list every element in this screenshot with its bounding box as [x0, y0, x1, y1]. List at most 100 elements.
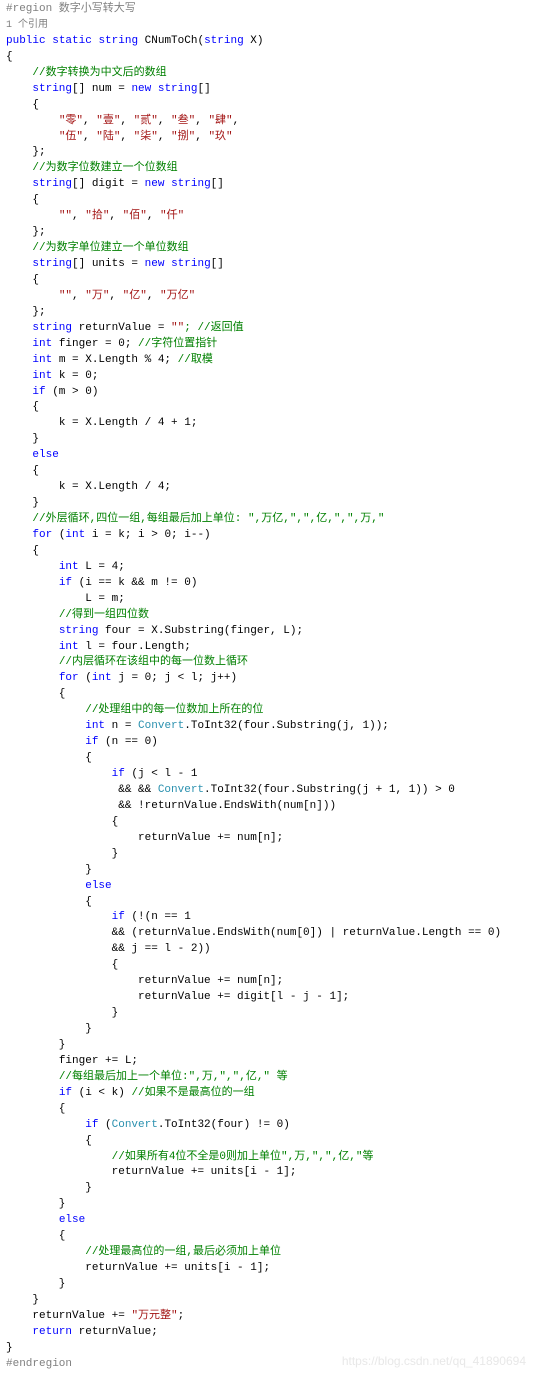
code-block: #region 数字小写转大写 1 个引用 public static stri… [6, 2, 530, 1373]
keyword: else [59, 1214, 85, 1226]
keyword: string [98, 35, 138, 47]
comment: //内层循环在该组中的每一位数上循环 [59, 656, 248, 668]
string: "" [59, 210, 72, 222]
keyword: string [32, 258, 72, 270]
string: "万元整" [131, 1310, 177, 1322]
keyword: else [32, 449, 58, 461]
comment: //如果所有4位不全是0则加上单位",万,",",亿,"等 [112, 1151, 374, 1163]
call: .ToInt32(four) != 0) [158, 1119, 290, 1131]
comment: //取模 [178, 354, 213, 366]
string: "伍" [59, 131, 83, 143]
keyword: new [145, 258, 165, 270]
keyword: if [112, 768, 125, 780]
cond: && j == l - 2)) [112, 943, 211, 955]
string: "" [171, 322, 184, 334]
var: L = 4; [79, 561, 125, 573]
call: .ToInt32(four.Substring(j, 1)); [184, 720, 389, 732]
cond: && !returnValue.EndsWith(num[n])) [112, 800, 336, 812]
keyword: string [32, 178, 72, 190]
stmt: returnValue += num[n]; [138, 832, 283, 844]
stmt: L = m; [85, 593, 125, 605]
comment: //处理最高位的一组,最后必须加上单位 [85, 1246, 281, 1258]
keyword: if [85, 736, 98, 748]
keyword: for [59, 672, 79, 684]
suffix: [] [197, 83, 210, 95]
keyword: string [32, 322, 72, 334]
brace: } [6, 1342, 13, 1354]
type: Convert [138, 720, 184, 732]
reference-count[interactable]: 1 个引用 [6, 20, 48, 31]
keyword: int [65, 529, 85, 541]
stmt: finger += L; [59, 1055, 138, 1067]
var: [] units = [72, 258, 145, 270]
keyword: static [52, 35, 92, 47]
keyword: int [32, 354, 52, 366]
keyword: int [59, 641, 79, 653]
keyword: int [85, 720, 105, 732]
cond: (!(n == 1 [125, 911, 191, 923]
cond: (i < k) [72, 1087, 131, 1099]
var: [] num = [72, 83, 131, 95]
string: "亿" [123, 290, 147, 302]
keyword: new [131, 83, 151, 95]
keyword: string [171, 178, 211, 190]
string: "佰" [123, 210, 147, 222]
keyword: int [32, 338, 52, 350]
keyword: new [145, 178, 165, 190]
keyword: int [59, 561, 79, 573]
for-cond: i = k; i > 0; i--) [85, 529, 210, 541]
keyword: int [92, 672, 112, 684]
keyword: if [59, 577, 72, 589]
cond: (m > 0) [46, 386, 99, 398]
string: "零" [59, 115, 83, 127]
comment: //处理组中的每一位数加上所在的位 [85, 704, 263, 716]
var: n = [105, 720, 138, 732]
string: "玖" [208, 131, 232, 143]
keyword: string [32, 83, 72, 95]
var: [] digit = [72, 178, 145, 190]
comment: //得到一组四位数 [59, 609, 149, 621]
comment: //外层循环,四位一组,每组最后加上单位: ",万亿,",",亿,",",万," [32, 513, 384, 525]
cond: ( [98, 1119, 111, 1131]
cond: (j < l - 1 [125, 768, 198, 780]
suffix: [] [211, 178, 224, 190]
keyword: if [32, 386, 45, 398]
suffix: [] [211, 258, 224, 270]
keyword: string [158, 83, 198, 95]
keyword: int [32, 370, 52, 382]
comment: //为数字单位建立一个单位数组 [32, 242, 188, 254]
var: l = four.Length; [79, 641, 191, 653]
stmt: returnValue += [32, 1310, 131, 1322]
string: "贰" [134, 115, 158, 127]
string: "万亿" [160, 290, 195, 302]
string: "壹" [96, 115, 120, 127]
type: Convert [158, 784, 204, 796]
cond: && (returnValue.EndsWith(num[0]) | retur… [112, 927, 501, 939]
keyword: return [32, 1326, 72, 1338]
string: "叁" [171, 115, 195, 127]
keyword: else [85, 880, 111, 892]
keyword: string [204, 35, 244, 47]
string: "捌" [171, 131, 195, 143]
stmt: returnValue += digit[l - j - 1]; [138, 991, 349, 1003]
stmt: returnValue; [72, 1326, 158, 1338]
param: X) [244, 35, 264, 47]
cond: (i == k && m != 0) [72, 577, 197, 589]
var: returnValue = [72, 322, 171, 334]
for-cond: j = 0; j < l; j++) [112, 672, 237, 684]
comment: //数字转换为中文后的数组 [32, 67, 166, 79]
comment: //如果不是最高位的一组 [131, 1087, 254, 1099]
keyword: if [112, 911, 125, 923]
comment: //每组最后加上一个单位:",万,",",亿," 等 [59, 1071, 288, 1083]
string: "柒" [134, 131, 158, 143]
string: "陆" [96, 131, 120, 143]
brace: { [6, 51, 13, 63]
comment: //字符位置指针 [138, 338, 217, 350]
region-end: #endregion [6, 1358, 72, 1370]
keyword: string [59, 625, 99, 637]
string: "仟" [160, 210, 184, 222]
call: .ToInt32(four.Substring(j + 1, 1)) > 0 [204, 784, 455, 796]
keyword: for [32, 529, 52, 541]
var: four = X.Substring(finger, L); [98, 625, 303, 637]
keyword: string [171, 258, 211, 270]
